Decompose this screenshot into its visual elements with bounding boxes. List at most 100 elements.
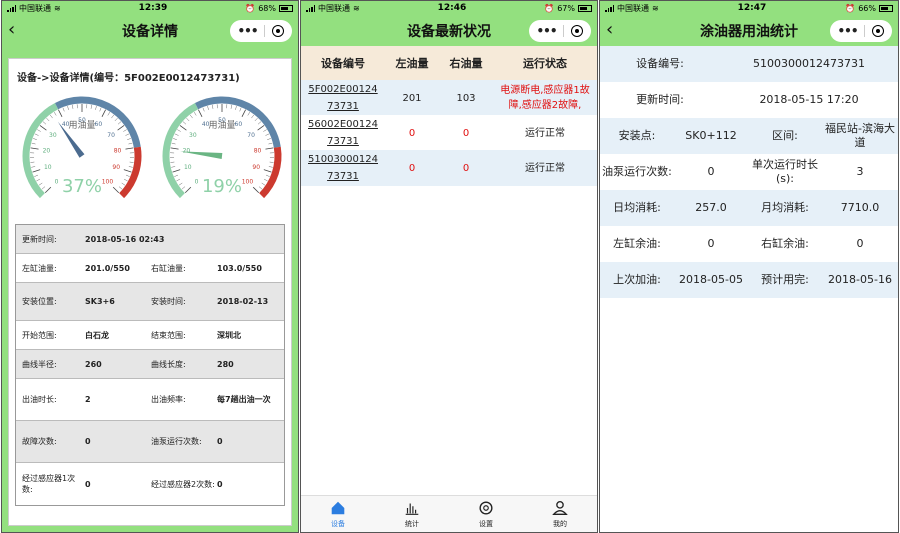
wifi-icon: ≋	[353, 3, 360, 13]
mini-program-capsule: •••	[230, 20, 292, 42]
device-id-line[interactable]: 56002E00124	[301, 116, 385, 133]
gauge-tick-label: 90	[112, 164, 120, 171]
gauge-tick-label: 100	[102, 178, 114, 185]
tab-bar-chart[interactable]: 统计	[375, 496, 449, 532]
gauge-percent: 37%	[62, 176, 102, 197]
row-value: 280	[217, 359, 234, 369]
install-point-value: SK0+112	[685, 129, 737, 142]
device-id-line[interactable]: 73731	[301, 133, 385, 150]
gauge-tick-label: 80	[114, 147, 122, 154]
table-header: 设备编号 左油量 右油量 运行状态	[301, 46, 597, 80]
stats-row-remaining: 左缸余油: 0 右缸余油: 0	[600, 226, 898, 262]
stats-body: 设备编号: 5100300012473731 更新时间: 2018-05-15 …	[600, 46, 898, 532]
row-key: 安装时间:	[151, 297, 186, 306]
device-id-line[interactable]: 51003000124	[301, 151, 385, 168]
nav-bar: ‹ 涂油器用油统计 •••	[600, 15, 898, 46]
row-value: SK3+6	[85, 297, 115, 306]
daily-consumption-value: 257.0	[695, 201, 727, 214]
close-icon[interactable]	[272, 25, 285, 37]
expected-empty-value: 2018-05-16	[828, 273, 892, 286]
stats-row-device-id: 设备编号: 5100300012473731	[600, 46, 898, 82]
section-value: 福民站-滨海大道	[825, 122, 895, 149]
header-right-oil: 右油量	[449, 57, 483, 70]
tab-home[interactable]: 设备	[301, 496, 375, 532]
gauge-tick-label: 60	[95, 121, 103, 128]
row-key: 左缸油量:	[22, 263, 57, 273]
left-oil-value: 0	[408, 127, 416, 139]
page-title: 涂油器用油统计	[700, 23, 798, 40]
close-icon[interactable]	[872, 25, 885, 37]
row-key: 经过感应器2次数:	[151, 479, 215, 489]
back-icon[interactable]: ‹	[8, 20, 15, 40]
daily-consumption-label: 日均消耗:	[613, 201, 661, 214]
run-status: 运行正常	[525, 162, 565, 174]
left-oil-value: 0	[408, 162, 416, 174]
status-bar: 中国联通 ≋ 12:39 ⏰ 68%	[2, 1, 298, 15]
table-row: 经过感应器1次数: 0 经过感应器2次数: 0	[16, 463, 284, 505]
device-id-line[interactable]: 73731	[301, 98, 385, 115]
battery-icon	[878, 4, 893, 12]
table-row: 安装位置: SK3+6 安装时间: 2018-02-13	[16, 283, 284, 321]
tab-bar: 设备 统计 设置 我的	[301, 495, 597, 532]
gauge-tick-label: 0	[55, 178, 59, 185]
gauge-tick-label: 70	[247, 132, 255, 139]
gauge-tick-label: 20	[43, 147, 51, 154]
oil-gauge-right: 0102030405060708090100用油量19%	[160, 94, 284, 218]
section-label: 区间:	[772, 129, 798, 142]
signal-icon	[605, 4, 614, 12]
more-icon[interactable]: •••	[536, 24, 557, 38]
gauge-face	[160, 94, 284, 218]
single-duration-value: 3	[856, 165, 864, 178]
back-icon[interactable]: ‹	[606, 20, 613, 40]
table-row[interactable]: 5F002E00124 73731 201 103 电源断电,感应器1故障,感应器2故障…	[301, 80, 597, 116]
last-refuel-value: 2018-05-05	[679, 273, 743, 286]
table-row: 更新时间: 2018-05-16 02:43	[16, 225, 284, 254]
row-value: 深圳北	[217, 330, 241, 340]
nav-bar: 设备最新状况 •••	[301, 15, 597, 46]
left-tank-value: 0	[707, 237, 715, 250]
stats-row-update-time: 更新时间: 2018-05-15 17:20	[600, 82, 898, 118]
tab-gear[interactable]: 设置	[449, 496, 523, 532]
row-value: 103.0/550	[217, 263, 262, 273]
device-id-label: 设备编号:	[636, 57, 684, 70]
row-value: 2018-02-13	[217, 297, 269, 306]
gauge-label: 用油量	[68, 119, 95, 131]
row-key: 开始范围:	[22, 330, 57, 340]
row-value: 白石龙	[85, 330, 109, 340]
battery-icon	[278, 4, 293, 12]
gauge-tick-label: 90	[252, 164, 260, 171]
row-key: 安装位置:	[22, 297, 57, 306]
table-row: 故障次数: 0 油泵运行次数: 0	[16, 421, 284, 463]
device-id-link[interactable]: 5F002E00124 73731	[301, 81, 385, 115]
gauge-tick-label: 70	[107, 132, 115, 139]
clock: 12:47	[737, 3, 767, 13]
device-id-line[interactable]: 5F002E00124	[301, 81, 385, 98]
device-id-value: 5100300012473731	[753, 57, 865, 70]
row-value: 2	[85, 395, 91, 404]
oil-stats-screen: 中国联通 ≋ 12:47 ⏰ 66% ‹ 涂油器用油统计 ••• 设备编号: 510…	[599, 0, 899, 533]
more-icon[interactable]: •••	[837, 24, 858, 38]
battery-percent: 67%	[557, 3, 575, 13]
table-row[interactable]: 51003000124 73731 0 0 运行正常	[301, 150, 597, 186]
carrier: 中国联通	[617, 3, 649, 13]
stats-row-pump: 油泵运行次数: 0 单次运行时长(s): 3	[600, 154, 898, 190]
row-value: 每7趟出油一次	[217, 395, 271, 404]
left-tank-label: 左缸余油:	[613, 237, 661, 250]
row-key: 结束范围:	[151, 330, 186, 340]
close-icon[interactable]	[571, 25, 584, 37]
table-row[interactable]: 56002E00124 73731 0 0 运行正常	[301, 115, 597, 151]
status-bar: 中国联通 ≋ 12:46 ⏰ 67%	[301, 1, 597, 15]
expected-empty-label: 预计用完:	[761, 273, 809, 286]
stats-row-refuel: 上次加油: 2018-05-05 预计用完: 2018-05-16	[600, 262, 898, 298]
breadcrumb: 设备->设备详情(编号：5F002E0012473731)	[17, 73, 240, 84]
update-time-value: 2018-05-15 17:20	[759, 93, 859, 106]
row-value: 260	[85, 359, 102, 369]
install-point-label: 安装点:	[618, 129, 656, 142]
device-id-line[interactable]: 73731	[301, 168, 385, 185]
tab-user[interactable]: 我的	[523, 496, 597, 532]
more-icon[interactable]: •••	[237, 24, 258, 38]
row-value: 201.0/550	[85, 263, 130, 273]
device-id-link[interactable]: 56002E00124 73731	[301, 116, 385, 150]
home-icon	[331, 501, 345, 515]
device-id-link[interactable]: 51003000124 73731	[301, 151, 385, 185]
